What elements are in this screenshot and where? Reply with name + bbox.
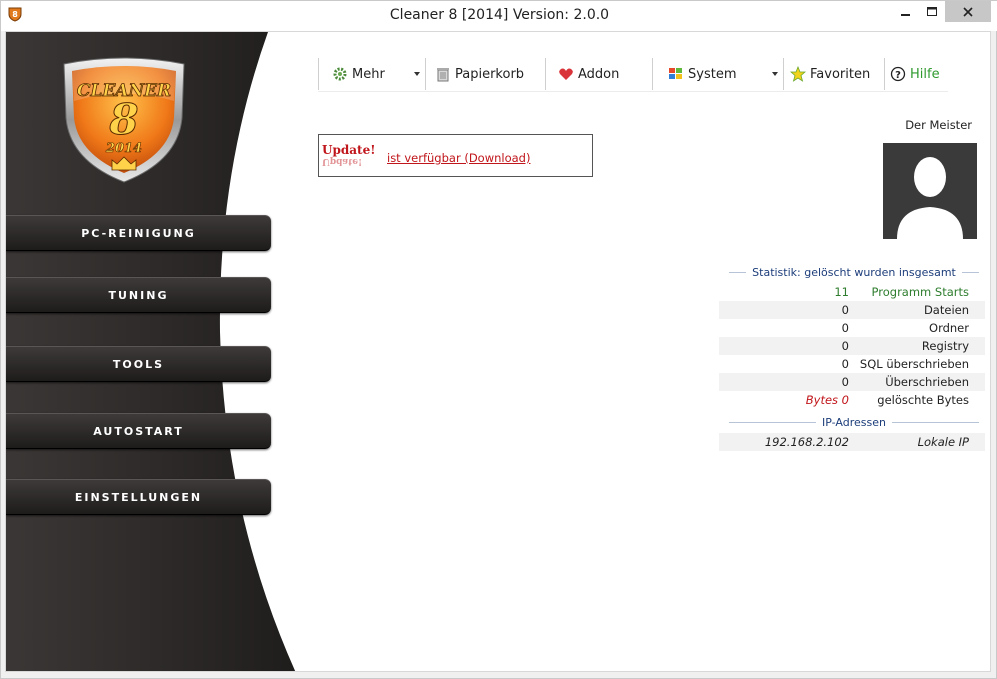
gear-icon bbox=[333, 67, 347, 81]
app-window: 8 Cleaner 8 [2014] Version: 2.0.0 CLEANE… bbox=[0, 0, 997, 679]
update-badge: Update! bbox=[322, 143, 376, 157]
stat-row-sql-ueberschrieben: 0 SQL überschrieben bbox=[719, 355, 985, 373]
stat-value: 11 bbox=[834, 285, 849, 299]
statistics-header-text: Statistik: gelöscht wurden insgesamt bbox=[752, 265, 956, 279]
system-menu-button[interactable]: System bbox=[668, 56, 736, 92]
ip-address: 192.168.2.102 bbox=[764, 435, 849, 449]
windows-icon bbox=[669, 68, 682, 79]
logo-number-text: 8 bbox=[108, 95, 138, 144]
stat-label: gelöschte Bytes bbox=[877, 393, 969, 407]
ip-header: IP-Adressen bbox=[729, 415, 979, 429]
stat-label: Überschrieben bbox=[885, 375, 969, 389]
stat-value: Bytes 0 bbox=[805, 393, 849, 407]
addon-label: Addon bbox=[578, 66, 620, 82]
sidebar-item-pc-reinigung[interactable]: PC-REINIGUNG bbox=[6, 215, 271, 251]
sidebar-item-tuning[interactable]: TUNING bbox=[6, 277, 271, 313]
minimize-icon bbox=[901, 13, 910, 16]
window-title: Cleaner 8 [2014] Version: 2.0.0 bbox=[389, 7, 610, 23]
stat-value: 0 bbox=[841, 303, 849, 317]
close-icon bbox=[963, 6, 973, 17]
svg-text:?: ? bbox=[895, 70, 901, 81]
logo-year-text: 2014 bbox=[105, 141, 142, 156]
favoriten-label: Favoriten bbox=[810, 66, 871, 82]
papierkorb-button[interactable]: Papierkorb bbox=[435, 56, 524, 92]
stat-row-ordner: 0 Ordner bbox=[719, 319, 985, 337]
user-name: Der Meister bbox=[905, 118, 972, 132]
update-badge-reflection: Update! bbox=[322, 156, 363, 166]
favoriten-button[interactable]: Favoriten bbox=[790, 56, 870, 92]
hilfe-label: Hilfe bbox=[910, 66, 940, 82]
stat-value: 0 bbox=[841, 375, 849, 389]
maximize-icon bbox=[927, 6, 937, 16]
mehr-menu-button[interactable]: Mehr bbox=[332, 56, 385, 92]
maximize-button[interactable] bbox=[919, 1, 945, 22]
main-content: CLEANER 8 2014 PC-REINIGUNG TUNING TOOLS… bbox=[5, 31, 991, 672]
system-label: System bbox=[688, 66, 737, 82]
toolbar-divider bbox=[884, 58, 885, 90]
stat-row-programm-starts: 11 Programm Starts bbox=[719, 283, 985, 301]
ip-row: 192.168.2.102 Lokale IP bbox=[719, 433, 985, 451]
stat-label: Dateien bbox=[923, 303, 969, 317]
stat-value: 0 bbox=[841, 339, 849, 353]
stat-row-dateien: 0 Dateien bbox=[719, 301, 985, 319]
toolbar-divider bbox=[545, 58, 546, 90]
stat-row-ueberschrieben: 0 Überschrieben bbox=[719, 373, 985, 391]
papierkorb-label: Papierkorb bbox=[455, 66, 525, 82]
heart-icon bbox=[559, 68, 573, 80]
stat-row-geloeschte-bytes: Bytes 0 gelöschte Bytes bbox=[719, 391, 985, 409]
toolbar-divider bbox=[425, 58, 426, 90]
ip-label: Lokale IP bbox=[917, 435, 969, 449]
stat-value: 0 bbox=[841, 357, 849, 371]
stat-value: 0 bbox=[841, 321, 849, 335]
stat-label: Registry bbox=[921, 339, 969, 353]
cleaner-logo: CLEANER 8 2014 bbox=[63, 57, 185, 183]
sidebar-item-einstellungen[interactable]: EINSTELLUNGEN bbox=[6, 479, 271, 515]
toolbar-divider bbox=[318, 58, 319, 90]
stat-label: SQL überschrieben bbox=[859, 357, 969, 371]
ip-header-text: IP-Adressen bbox=[822, 415, 886, 429]
hilfe-button[interactable]: ? Hilfe bbox=[890, 56, 940, 92]
stat-label: Programm Starts bbox=[871, 285, 969, 299]
trash-icon bbox=[437, 68, 449, 82]
minimize-button[interactable] bbox=[893, 1, 919, 22]
addon-button[interactable]: Addon bbox=[558, 56, 619, 92]
sidebar-item-autostart[interactable]: AUTOSTART bbox=[6, 413, 271, 449]
stat-label: Ordner bbox=[929, 321, 969, 335]
title-bar[interactable]: 8 Cleaner 8 [2014] Version: 2.0.0 bbox=[1, 1, 997, 31]
update-download-link[interactable]: ist verfügbar (Download) bbox=[387, 151, 530, 165]
mehr-label: Mehr bbox=[352, 66, 385, 82]
statistics-header: Statistik: gelöscht wurden insgesamt bbox=[729, 265, 980, 279]
user-avatar-icon[interactable] bbox=[883, 143, 977, 239]
star-icon bbox=[790, 66, 806, 82]
toolbar-divider bbox=[652, 58, 653, 90]
stat-row-registry: 0 Registry bbox=[719, 337, 985, 355]
sidebar-item-tools[interactable]: TOOLS bbox=[6, 346, 271, 382]
system-chevron-down-icon[interactable] bbox=[772, 72, 778, 76]
toolbar-divider bbox=[783, 58, 784, 90]
close-button[interactable] bbox=[945, 1, 991, 22]
toolbar: Mehr Papierkorb Addon System Favoriten ?… bbox=[318, 56, 948, 92]
mehr-chevron-down-icon[interactable] bbox=[414, 72, 420, 76]
update-notice: Update! Update! ist verfügbar (Download) bbox=[318, 134, 593, 177]
help-icon: ? bbox=[890, 66, 906, 82]
